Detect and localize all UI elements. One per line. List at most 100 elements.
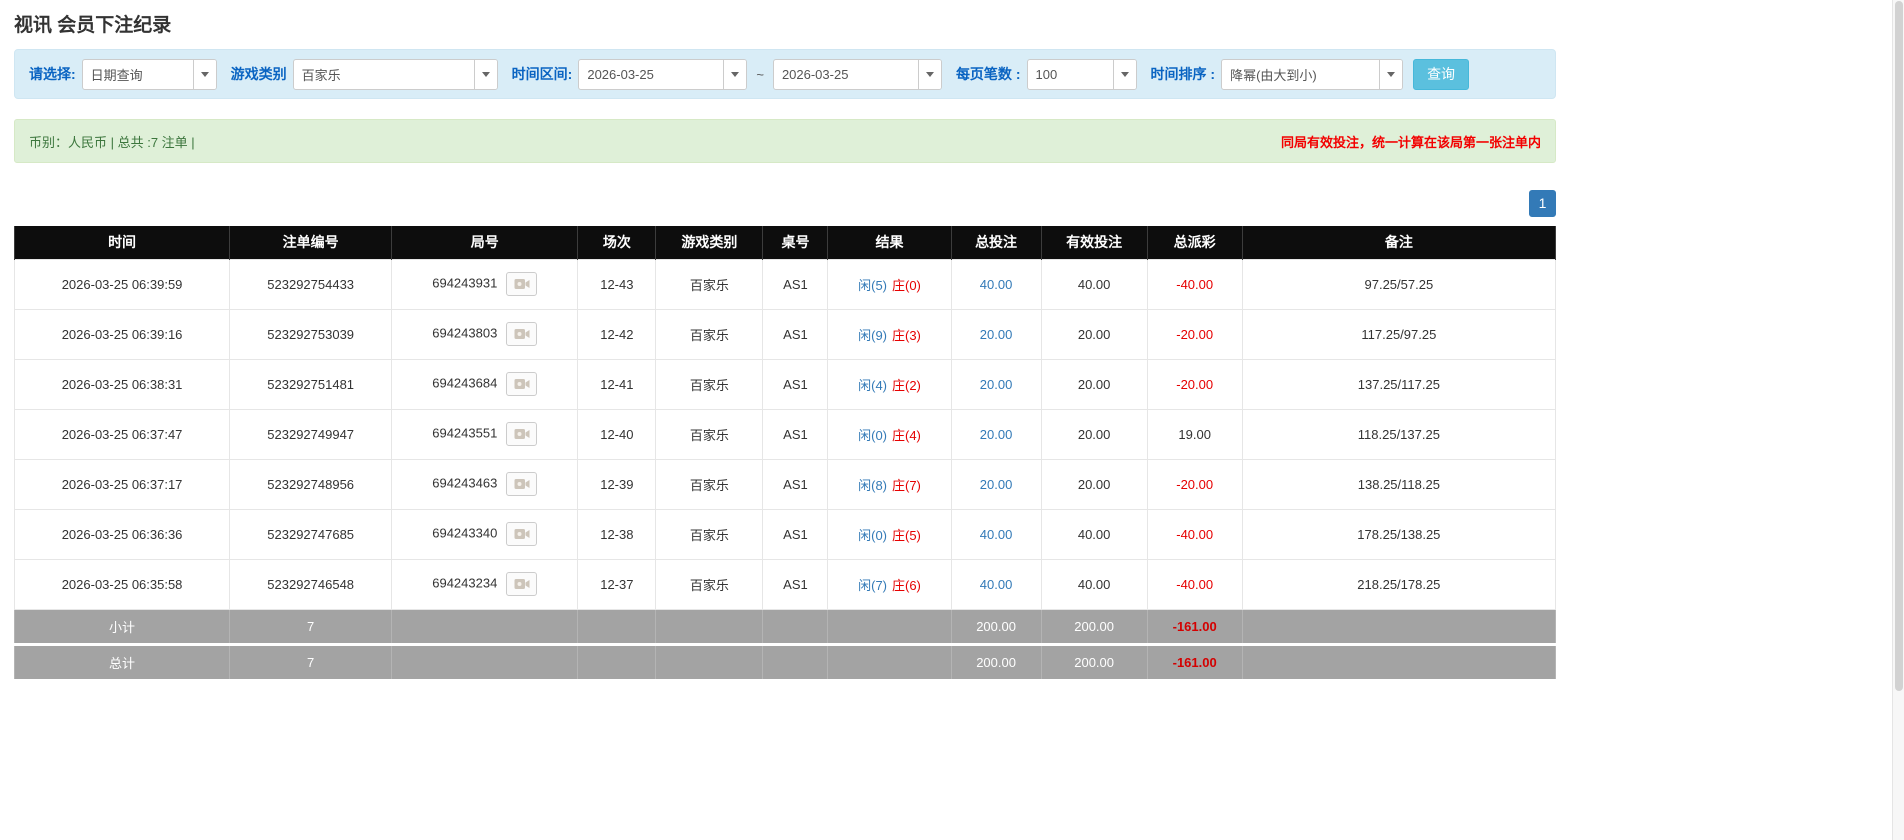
round-id-text: 694243684 <box>432 375 497 390</box>
cell-valid-bet: 20.00 <box>1041 409 1147 459</box>
cell-note: 218.25/178.25 <box>1242 559 1555 609</box>
date-from-select[interactable]: 2026-03-25 <box>578 59 747 90</box>
cell-result: 闲(0)庄(5) <box>828 509 951 559</box>
result-banker: 庄(2) <box>892 378 921 393</box>
replay-icon[interactable] <box>506 272 537 296</box>
query-type-select[interactable]: 日期查询 <box>82 59 217 90</box>
total-bet-link[interactable]: 20.00 <box>980 377 1013 392</box>
table-row: 2026-03-25 06:38:31 523292751481 6942436… <box>15 359 1556 409</box>
cell-bet-id: 523292747685 <box>230 509 392 559</box>
cell-table-no: AS1 <box>763 509 828 559</box>
cell-payout: -20.00 <box>1147 359 1242 409</box>
cell-note: 138.25/118.25 <box>1242 459 1555 509</box>
per-page-value: 100 <box>1028 67 1066 82</box>
header-bet-id: 注单编号 <box>230 226 392 259</box>
subtotal-row: 小计 7 200.00 200.00 -161.00 <box>15 609 1556 644</box>
cell-session: 12-41 <box>578 359 656 409</box>
total-bet-link[interactable]: 40.00 <box>980 577 1013 592</box>
page-container: 视讯 会员下注纪录 请选择: 日期查询 游戏类别 百家乐 时间区间: 2026-… <box>14 0 1556 679</box>
cell-game-type: 百家乐 <box>656 509 763 559</box>
cell-payout: -40.00 <box>1147 259 1242 309</box>
cell-note: 97.25/57.25 <box>1242 259 1555 309</box>
total-bet-link[interactable]: 40.00 <box>980 277 1013 292</box>
total-bet-link[interactable]: 20.00 <box>980 327 1013 342</box>
cell-game-type: 百家乐 <box>656 409 763 459</box>
replay-icon[interactable] <box>506 572 537 596</box>
cell-valid-bet: 40.00 <box>1041 509 1147 559</box>
total-bet-link[interactable]: 40.00 <box>980 527 1013 542</box>
total-row: 总计 7 200.00 200.00 -161.00 <box>15 644 1556 679</box>
result-banker: 庄(7) <box>892 478 921 493</box>
cell-result: 闲(9) 庄(3) <box>828 309 951 359</box>
round-id-text: 694243551 <box>432 425 497 440</box>
cell-session: 12-40 <box>578 409 656 459</box>
round-id-text: 694243463 <box>432 475 497 490</box>
filter-bar: 请选择: 日期查询 游戏类别 百家乐 时间区间: 2026-03-25 ~ 20… <box>14 49 1556 99</box>
cell-table-no: AS1 <box>763 309 828 359</box>
cell-valid-bet: 20.00 <box>1041 459 1147 509</box>
table-row: 2026-03-25 06:35:58 523292746548 6942432… <box>15 559 1556 609</box>
header-session: 场次 <box>578 226 656 259</box>
table-body: 2026-03-25 06:39:59 523292754433 6942439… <box>15 259 1556 609</box>
per-page-select[interactable]: 100 <box>1027 59 1137 90</box>
cell-game-type: 百家乐 <box>656 559 763 609</box>
table-row: 2026-03-25 06:36:36 523292747685 6942433… <box>15 509 1556 559</box>
result-banker: 庄(5) <box>892 528 921 543</box>
total-bet-link[interactable]: 20.00 <box>980 477 1013 492</box>
cell-table-no: AS1 <box>763 259 828 309</box>
page-title: 视讯 会员下注纪录 <box>14 10 1556 37</box>
replay-icon[interactable] <box>506 322 537 346</box>
result-player: 闲(0) <box>858 428 887 443</box>
round-id-text: 694243340 <box>432 525 497 540</box>
replay-icon[interactable] <box>506 472 537 496</box>
valid-bet-notice: 同局有效投注，统一计算在该局第一张注单内 <box>1281 132 1541 151</box>
cell-valid-bet: 40.00 <box>1041 559 1147 609</box>
result-player: 闲(8) <box>858 478 887 493</box>
cell-session: 12-39 <box>578 459 656 509</box>
sort-order-select[interactable]: 降幂(由大到小) <box>1221 59 1403 90</box>
replay-icon[interactable] <box>506 372 537 396</box>
vertical-scrollbar[interactable] <box>1892 0 1904 840</box>
cell-time: 2026-03-25 06:39:59 <box>15 259 230 309</box>
cell-result: 闲(0)庄(4) <box>828 409 951 459</box>
cell-session: 12-38 <box>578 509 656 559</box>
page-button-1[interactable]: 1 <box>1529 190 1556 217</box>
header-time: 时间 <box>15 226 230 259</box>
total-bet-link[interactable]: 20.00 <box>980 427 1013 442</box>
chevron-down-icon <box>1379 60 1402 89</box>
table-row: 2026-03-25 06:39:16 523292753039 6942438… <box>15 309 1556 359</box>
header-table-no: 桌号 <box>763 226 828 259</box>
game-type-select[interactable]: 百家乐 <box>293 59 498 90</box>
cell-game-type: 百家乐 <box>656 459 763 509</box>
chevron-down-icon <box>723 60 746 89</box>
cell-valid-bet: 20.00 <box>1041 359 1147 409</box>
scrollbar-thumb[interactable] <box>1895 1 1903 691</box>
date-from-value: 2026-03-25 <box>579 67 662 82</box>
per-page-label: 每页笔数 : <box>956 64 1021 84</box>
total-total-bet: 200.00 <box>951 644 1041 679</box>
cell-payout: -40.00 <box>1147 509 1242 559</box>
search-button[interactable]: 查询 <box>1413 59 1469 90</box>
result-player: 闲(9) <box>858 328 887 343</box>
result-player: 闲(7) <box>858 578 887 593</box>
cell-time: 2026-03-25 06:35:58 <box>15 559 230 609</box>
chevron-down-icon <box>918 60 941 89</box>
cell-time: 2026-03-25 06:36:36 <box>15 509 230 559</box>
cell-payout: 19.00 <box>1147 409 1242 459</box>
replay-icon[interactable] <box>506 422 537 446</box>
cell-bet-id: 523292753039 <box>230 309 392 359</box>
subtotal-valid-bet: 200.00 <box>1041 609 1147 644</box>
bet-records-table: 时间 注单编号 局号 场次 游戏类别 桌号 结果 总投注 有效投注 总派彩 备注… <box>14 226 1556 679</box>
sort-order-value: 降幂(由大到小) <box>1222 65 1325 84</box>
cell-result: 闲(4)庄(2) <box>828 359 951 409</box>
header-game-type: 游戏类别 <box>656 226 763 259</box>
summary-bar: 币别：人民币 | 总共 :7 注单 | 同局有效投注，统一计算在该局第一张注单内 <box>14 119 1556 163</box>
result-banker: 庄(3) <box>892 328 921 343</box>
date-to-select[interactable]: 2026-03-25 <box>773 59 942 90</box>
replay-icon[interactable] <box>506 522 537 546</box>
date-range-separator: ~ <box>756 67 764 82</box>
cell-table-no: AS1 <box>763 359 828 409</box>
cell-time: 2026-03-25 06:37:17 <box>15 459 230 509</box>
total-valid-bet: 200.00 <box>1041 644 1147 679</box>
cell-valid-bet: 20.00 <box>1041 309 1147 359</box>
